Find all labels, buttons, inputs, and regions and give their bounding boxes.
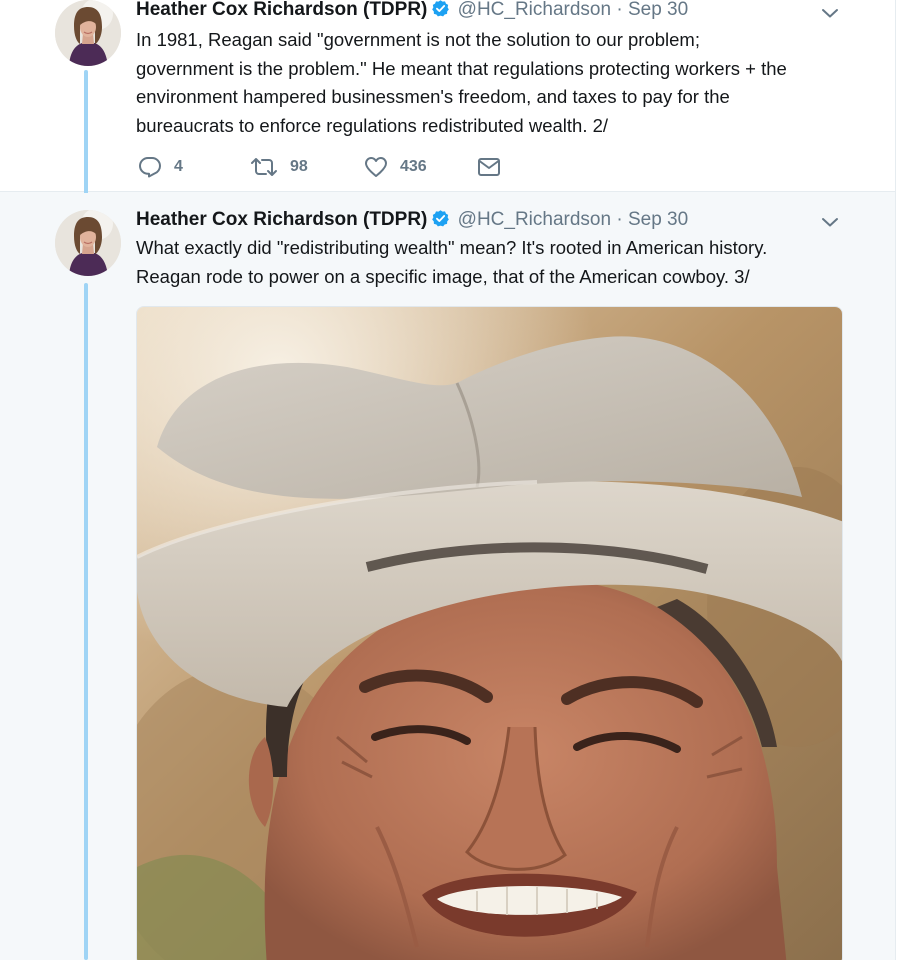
timeline-edge	[895, 0, 900, 960]
tweet-text-line: bureaucrats to enforce regulations redis…	[136, 114, 609, 136]
cowboy-hat-portrait-image	[137, 307, 842, 960]
thread-connector-line	[84, 70, 88, 202]
avatar-portrait-image	[55, 0, 121, 66]
tweet-media-photo[interactable]	[136, 306, 843, 960]
tweet-text-line: In 1981, Reagan said "government is not …	[136, 29, 700, 50]
author-handle[interactable]: @HC_Richardson	[458, 209, 611, 230]
like-button[interactable]: 436	[364, 152, 427, 182]
chevron-down-icon[interactable]	[820, 212, 840, 232]
reply-button[interactable]: 4	[138, 152, 183, 182]
reply-count: 4	[174, 158, 183, 175]
chevron-down-icon[interactable]	[820, 3, 840, 23]
tweet-text-line: government is the problem." He meant tha…	[136, 57, 787, 79]
tweet-action-bar: 4 98 436	[136, 152, 556, 182]
tweet-text-line: Reagan rode to power on a specific image…	[136, 265, 750, 287]
tweet-timestamp[interactable]: Sep 30	[628, 0, 688, 20]
tweet-timestamp[interactable]: Sep 30	[628, 209, 688, 230]
direct-message-button[interactable]	[476, 152, 502, 182]
tweet-header: Heather Cox Richardson (TDPR) @HC_Richar…	[136, 208, 840, 232]
like-count: 436	[400, 158, 427, 175]
avatar-portrait-image	[55, 210, 121, 276]
retweet-icon	[250, 155, 278, 179]
avatar[interactable]	[55, 210, 121, 276]
tweet-text-line: What exactly did "redistributing wealth"…	[136, 237, 768, 258]
avatar[interactable]	[55, 0, 121, 66]
envelope-icon	[476, 155, 502, 179]
verified-badge-icon	[431, 0, 450, 25]
header-separator: ·	[616, 0, 623, 20]
tweet-header: Heather Cox Richardson (TDPR) @HC_Richar…	[136, 0, 840, 22]
thread-connector-line	[84, 283, 88, 960]
twitter-thread-view: Heather Cox Richardson (TDPR) @HC_Richar…	[0, 0, 900, 960]
retweet-button[interactable]: 98	[250, 152, 308, 182]
author-name[interactable]: Heather Cox Richardson (TDPR)	[136, 0, 427, 20]
heart-icon	[364, 155, 388, 179]
tweet-text: What exactly did "redistributing wealth"…	[136, 234, 876, 291]
verified-badge-icon	[431, 209, 450, 235]
tweet-text-line: environment hampered businessmen's freed…	[136, 86, 730, 107]
author-name[interactable]: Heather Cox Richardson (TDPR)	[136, 209, 427, 230]
retweet-count: 98	[290, 158, 308, 175]
header-separator: ·	[616, 209, 623, 230]
reply-icon	[138, 155, 162, 179]
author-handle[interactable]: @HC_Richardson	[458, 0, 611, 20]
tweet-text: In 1981, Reagan said "government is not …	[136, 26, 876, 140]
